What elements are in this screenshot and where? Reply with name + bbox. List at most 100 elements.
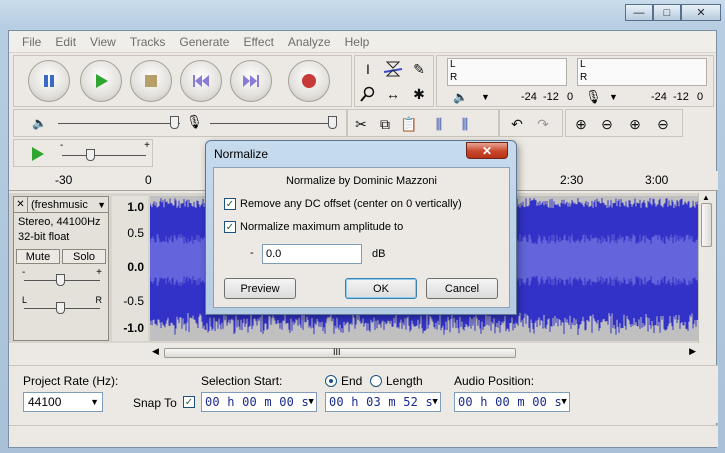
horizontal-scroll-thumb[interactable]: III — [164, 347, 516, 358]
ok-button[interactable]: OK — [345, 278, 417, 299]
speaker-icon[interactable]: 🔈 — [453, 90, 468, 104]
menu-generate[interactable]: Generate — [172, 35, 236, 49]
rec-meter-right-label: R — [580, 72, 588, 83]
play-at-speed-button[interactable] — [26, 143, 48, 165]
redo-button[interactable]: ↷ — [532, 113, 554, 135]
cut-button[interactable]: ✂ — [350, 113, 372, 135]
length-radio[interactable] — [370, 375, 382, 387]
trim-button[interactable]: ⫼ — [428, 113, 450, 135]
horizontal-scrollbar[interactable]: ◀ III ▶ — [150, 346, 696, 359]
stop-button[interactable] — [130, 60, 172, 102]
envelope-tool-button[interactable] — [382, 58, 404, 80]
preview-button[interactable]: Preview — [224, 278, 296, 299]
audio-position-field[interactable]: 00 h 00 m 00 s ▼ — [454, 392, 570, 412]
selection-end-value: 00 h 03 m 52 s — [329, 395, 433, 409]
menu-view[interactable]: View — [83, 35, 123, 49]
chevron-down-icon[interactable]: ▼ — [97, 200, 108, 210]
pan-right-label: R — [95, 295, 103, 305]
end-radio[interactable] — [325, 375, 337, 387]
skip-start-button[interactable] — [180, 60, 222, 102]
vertical-scrollbar[interactable]: ▲ — [698, 193, 714, 343]
skip-start-icon — [193, 75, 209, 87]
remove-dc-option[interactable]: ✓ Remove any DC offset (center on 0 vert… — [224, 198, 462, 210]
silence-button[interactable]: ⫼ — [454, 113, 476, 135]
selection-end-field[interactable]: 00 h 03 m 52 s ▼ — [325, 392, 441, 412]
dialog-close-button[interactable]: ✕ — [466, 142, 508, 159]
play-speed-slider[interactable]: - + — [60, 140, 150, 162]
solo-button[interactable]: Solo — [62, 249, 106, 264]
pan-slider[interactable]: L R — [22, 295, 103, 319]
scroll-grip: III — [333, 347, 341, 357]
pan-thumb[interactable] — [56, 302, 65, 314]
audio-position-value: 00 h 00 m 00 s — [458, 395, 562, 409]
input-volume-slider[interactable] — [210, 116, 340, 130]
normalize-amplitude-option[interactable]: ✓ Normalize maximum amplitude to — [224, 221, 403, 233]
input-volume-thumb[interactable] — [328, 116, 337, 129]
output-volume-slider[interactable] — [58, 116, 180, 130]
track-close-button[interactable]: ✕ — [14, 197, 28, 212]
zoom-tool-button[interactable] — [357, 83, 379, 105]
menu-edit[interactable]: Edit — [48, 35, 83, 49]
snap-to-checkbox[interactable]: ✓ — [183, 396, 195, 408]
draw-tool-button[interactable]: ✎ — [408, 58, 430, 80]
window-caption-buttons: — □ ✕ — [625, 4, 721, 21]
copy-icon: ⧉ — [380, 115, 390, 132]
mute-button[interactable]: Mute — [16, 249, 60, 264]
cancel-button[interactable]: Cancel — [426, 278, 498, 299]
play-scale-0: 0 — [567, 91, 574, 103]
scroll-left-icon[interactable]: ◀ — [152, 346, 159, 357]
playback-meter-menu-icon[interactable]: ▼ — [481, 92, 490, 102]
gain-thumb[interactable] — [56, 274, 65, 286]
amplitude-minus-sign: - — [250, 247, 254, 259]
record-meter: L R — [577, 58, 707, 86]
selection-toolbar: Project Rate (Hz): 44100 ▼ Snap To ✓ Sel… — [9, 365, 718, 423]
menu-effect[interactable]: Effect — [236, 35, 280, 49]
play-button[interactable] — [80, 60, 122, 102]
scissors-icon: ✂ — [355, 115, 367, 132]
selection-start-field[interactable]: 00 h 00 m 00 s ▼ — [201, 392, 317, 412]
scroll-up-icon[interactable]: ▲ — [702, 193, 710, 202]
record-meter-menu-icon[interactable]: ▼ — [609, 92, 618, 102]
skip-end-button[interactable] — [230, 60, 272, 102]
microphone-icon[interactable]: 🎙 — [585, 89, 602, 105]
scroll-right-icon[interactable]: ▶ — [689, 346, 696, 357]
play-speed-thumb[interactable] — [86, 149, 95, 161]
ruler-label-0: 0 — [145, 173, 152, 187]
close-window-button[interactable]: ✕ — [681, 4, 721, 21]
record-button[interactable] — [288, 60, 330, 102]
menu-analyze[interactable]: Analyze — [281, 35, 338, 49]
fit-project-button[interactable]: ⊖ — [652, 113, 674, 135]
fit-selection-button[interactable]: ⊕ — [624, 113, 646, 135]
project-rate-select[interactable]: 44100 ▼ — [23, 392, 103, 412]
selection-tool-button[interactable]: I — [357, 58, 379, 80]
track-name-menu[interactable]: (freshmusic — [28, 199, 97, 211]
ruler-label-2-30: 2:30 — [560, 173, 584, 187]
zoom-in-button[interactable]: ⊕ — [570, 113, 592, 135]
paste-button[interactable]: 📋 — [398, 113, 420, 135]
vertical-scroll-thumb[interactable] — [701, 203, 712, 247]
undo-button[interactable]: ↶ — [506, 113, 528, 135]
timeshift-tool-button[interactable]: ↔ — [382, 83, 404, 105]
output-volume-thumb[interactable] — [170, 116, 179, 129]
zoom-out-button[interactable]: ⊖ — [596, 113, 618, 135]
menu-tracks[interactable]: Tracks — [123, 35, 173, 49]
minimize-button[interactable]: — — [625, 4, 653, 21]
normalize-amplitude-checkbox[interactable]: ✓ — [224, 221, 236, 233]
speed-plus: + — [144, 140, 150, 151]
pause-button[interactable] — [28, 60, 70, 102]
multi-tool-button[interactable]: ✱ — [408, 83, 430, 105]
meter-right-label: R — [450, 72, 458, 83]
stop-icon — [145, 75, 157, 87]
close-icon: ✕ — [696, 7, 706, 19]
track-format: Stereo, 44100Hz — [18, 216, 101, 228]
copy-button[interactable]: ⧉ — [374, 113, 396, 135]
meter-left-label: L — [450, 59, 456, 70]
menu-file[interactable]: File — [15, 35, 48, 49]
maximize-button[interactable]: □ — [653, 4, 681, 21]
gain-slider[interactable]: - + — [22, 267, 102, 289]
remove-dc-checkbox[interactable]: ✓ — [224, 198, 236, 210]
menu-help[interactable]: Help — [338, 35, 377, 49]
dialog-heading: Normalize by Dominic Mazzoni — [286, 175, 437, 187]
tools-toolbar: I ✎ ↔ ✱ — [354, 55, 434, 107]
amplitude-input[interactable]: 0.0 — [262, 244, 362, 264]
